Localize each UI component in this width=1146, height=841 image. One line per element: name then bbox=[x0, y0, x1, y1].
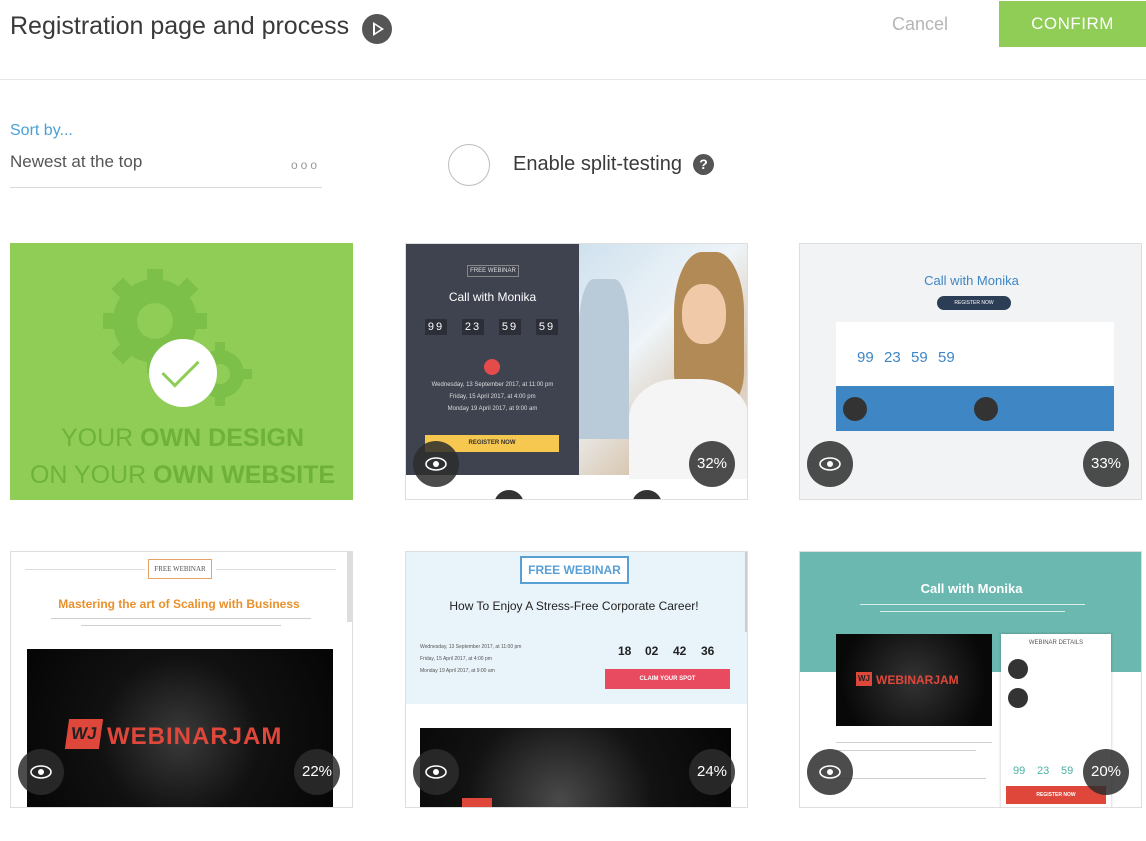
countdown-seconds: 36 bbox=[701, 644, 715, 658]
template-card-5[interactable]: FREE WEBINAR How To Enjoy A Stress-Free … bbox=[405, 551, 748, 808]
webinarjam-logo-mark: WJ bbox=[856, 672, 872, 686]
video-preview: WJ WEBINARJAM bbox=[27, 649, 333, 807]
host-avatar bbox=[1008, 688, 1028, 708]
photo-face bbox=[682, 284, 726, 344]
split-testing-toggle[interactable] bbox=[448, 144, 490, 186]
scrollbar bbox=[745, 552, 747, 632]
webinarjam-logo-mark: WJ bbox=[64, 719, 104, 749]
countdown-panel bbox=[836, 322, 1114, 386]
calendar-icon bbox=[484, 359, 500, 375]
preview-eye-button[interactable] bbox=[807, 749, 853, 795]
countdown-minutes: 42 bbox=[673, 644, 687, 658]
preview-eye-button[interactable] bbox=[18, 749, 64, 795]
template-card-3[interactable]: Call with Monika REGISTER NOW 99 23 59 5… bbox=[799, 243, 1142, 500]
template-photo bbox=[579, 244, 747, 479]
date-3: Monday 19 April 2017, at 9:00 am bbox=[420, 668, 495, 674]
template-card-6[interactable]: Call with Monika WJ WEBINARJAM WEBINAR D… bbox=[799, 551, 1142, 808]
preview-eye-button[interactable] bbox=[807, 441, 853, 487]
body-text bbox=[51, 618, 311, 619]
date-3: Monday 19 April 2017, at 9:00 am bbox=[447, 406, 538, 412]
sort-value: Newest at the top bbox=[10, 152, 143, 171]
date-1: Wednesday, 13 September 2017, at 11:00 p… bbox=[431, 382, 554, 388]
countdown-days: 99 bbox=[425, 319, 447, 335]
body-text bbox=[860, 604, 1085, 605]
countdown-minutes: 59 bbox=[499, 319, 521, 335]
video-preview: WJ WEBINARJAM bbox=[836, 634, 992, 726]
countdown-days: 18 bbox=[618, 644, 632, 658]
preview-eye-button[interactable] bbox=[413, 441, 459, 487]
host-avatar bbox=[1008, 659, 1028, 679]
template-title: Call with Monika bbox=[448, 290, 537, 304]
date-2: Friday, 15 April 2017, at 4:00 pm bbox=[449, 394, 536, 400]
page-title: Registration page and process bbox=[10, 12, 350, 40]
eye-icon bbox=[819, 457, 841, 471]
preview-eye-button[interactable] bbox=[413, 749, 459, 795]
free-webinar-badge: FREE WEBINAR bbox=[148, 559, 212, 579]
split-percentage-badge: 32% bbox=[689, 441, 735, 487]
countdown-hours: 23 bbox=[1037, 765, 1050, 777]
template-title: Call with Monika bbox=[920, 581, 1023, 596]
play-video-icon[interactable] bbox=[362, 14, 392, 44]
template-title: Call with Monika bbox=[924, 273, 1019, 288]
more-dots-icon[interactable]: ooo bbox=[291, 158, 320, 172]
help-icon[interactable]: ? bbox=[693, 154, 714, 175]
header: Registration page and process Cancel CON… bbox=[0, 0, 1146, 80]
template-card-own-design[interactable]: YOUR OWN DESIGN ON YOUR OWN WEBSITE bbox=[10, 243, 353, 500]
countdown-hours: 23 bbox=[462, 319, 484, 335]
date-1: Wednesday, 13 September 2017, at 11:00 p… bbox=[420, 644, 522, 650]
sort-select[interactable]: Newest at the top ooo bbox=[10, 146, 322, 188]
divider bbox=[216, 569, 336, 570]
countdown-minutes: 59 bbox=[911, 349, 928, 366]
host-avatar bbox=[494, 490, 524, 499]
template-title: How To Enjoy A Stress-Free Corporate Car… bbox=[449, 599, 699, 613]
countdown-minutes: 59 bbox=[1061, 765, 1074, 777]
scrollbar bbox=[347, 552, 352, 622]
sort-label: Sort by... bbox=[10, 122, 73, 139]
webinarjam-logo-text: WEBINARJAM bbox=[107, 723, 283, 750]
countdown-seconds: 59 bbox=[938, 349, 955, 366]
split-percentage-badge: 24% bbox=[689, 749, 735, 795]
body-text bbox=[880, 611, 1065, 612]
photo-background-person bbox=[579, 279, 629, 439]
countdown-hours: 23 bbox=[884, 349, 901, 366]
split-testing-label: Enable split-testing bbox=[513, 153, 682, 175]
free-webinar-badge: FREE WEBINAR bbox=[467, 265, 519, 277]
selected-check-icon bbox=[149, 339, 217, 407]
eye-icon bbox=[30, 765, 52, 779]
countdown-days: 99 bbox=[857, 349, 874, 366]
claim-your-spot-preview: CLAIM YOUR SPOT bbox=[605, 669, 730, 689]
split-percentage-badge: 33% bbox=[1083, 441, 1129, 487]
countdown-days: 99 bbox=[1013, 765, 1026, 777]
host-avatar bbox=[843, 397, 867, 421]
split-percentage-badge: 20% bbox=[1083, 749, 1129, 795]
confirm-button[interactable]: CONFIRM bbox=[999, 1, 1146, 47]
host-avatar bbox=[632, 490, 662, 499]
template-card-4[interactable]: FREE WEBINAR Mastering the art of Scalin… bbox=[10, 551, 353, 808]
divider bbox=[25, 569, 145, 570]
eye-icon bbox=[425, 457, 447, 471]
template-title: Mastering the art of Scaling with Busine… bbox=[58, 597, 300, 611]
video-preview bbox=[420, 728, 731, 807]
eye-icon bbox=[425, 765, 447, 779]
host-avatar bbox=[974, 397, 998, 421]
webinar-details-title: WEBINAR DETAILS bbox=[1028, 640, 1084, 646]
eye-icon bbox=[819, 765, 841, 779]
template-card-2[interactable]: FREE WEBINAR Call with Monika 99 23 59 5… bbox=[405, 243, 748, 500]
countdown-seconds: 59 bbox=[536, 319, 558, 335]
free-webinar-badge: FREE WEBINAR bbox=[520, 556, 629, 584]
own-design-line2: ON YOUR OWN WEBSITE bbox=[29, 461, 336, 489]
countdown-hours: 02 bbox=[645, 644, 659, 658]
cancel-button[interactable]: Cancel bbox=[892, 14, 948, 35]
body-text bbox=[81, 625, 281, 626]
split-percentage-badge: 22% bbox=[294, 749, 340, 795]
own-design-line1: YOUR OWN DESIGN bbox=[60, 424, 305, 452]
date-2: Friday, 15 April 2017, at 4:00 pm bbox=[420, 656, 492, 662]
register-now-preview: REGISTER NOW bbox=[937, 296, 1011, 310]
body-text bbox=[836, 750, 976, 751]
webinarjam-logo-text: WEBINARJAM bbox=[876, 673, 959, 687]
body-text bbox=[836, 742, 992, 743]
webinarjam-logo-mark bbox=[462, 798, 492, 807]
body-text bbox=[836, 778, 986, 779]
